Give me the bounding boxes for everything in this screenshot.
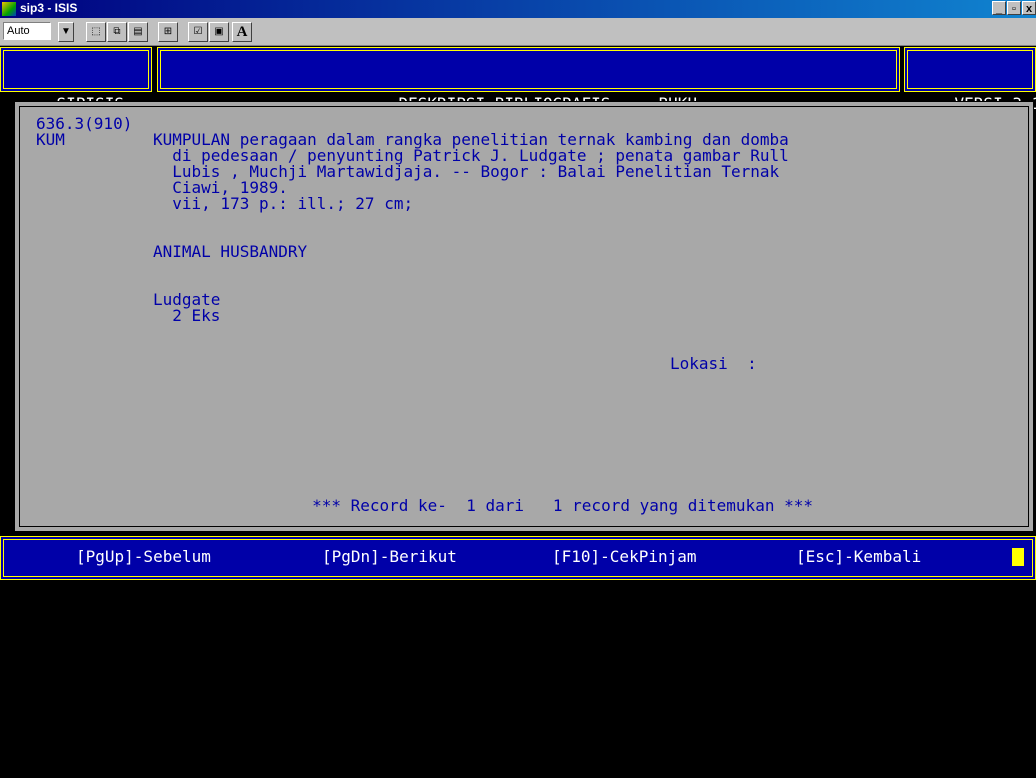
window-controls: _ ▫ x (991, 1, 1036, 17)
dropdown-icon[interactable]: ▼ (58, 22, 74, 42)
location-label: Lokasi : (670, 354, 757, 373)
toolbar: Auto ▼ ⬚ ⧉ ▤ ⊞ ☑ ▣ A (0, 18, 1036, 46)
copy-icon[interactable]: ⧉ (107, 22, 127, 42)
pgdn-command[interactable]: [PgDn]-Berikut (322, 540, 457, 574)
f10-command[interactable]: [F10]-CekPinjam (552, 540, 697, 574)
description-line: vii, 173 p.: ill.; 27 cm; (153, 194, 414, 213)
author-code: KUM (36, 130, 65, 149)
font-button[interactable]: A (232, 22, 252, 42)
record-frame: 636.3(910) KUM KUMPULAN peragaan dalam r… (19, 106, 1029, 527)
properties-icon[interactable]: ☑ (188, 22, 208, 42)
font-size-select[interactable]: Auto (3, 22, 51, 40)
subject-heading: ANIMAL HUSBANDRY (153, 242, 308, 261)
dos-screen: SIPISIS DESKRIPSI BIBLIOGRAFIS - BUKU VE… (0, 47, 1036, 594)
window-title: sip3 - ISIS (20, 1, 78, 15)
close-button[interactable]: x (1022, 1, 1036, 15)
mark-icon[interactable]: ⬚ (86, 22, 106, 42)
text-cursor (1012, 548, 1024, 566)
header-title-box: DESKRIPSI BIBLIOGRAFIS - BUKU (157, 47, 900, 113)
app-icon[interactable] (2, 2, 16, 16)
record-status: *** Record ke- 1 dari 1 record yang dite… (20, 482, 1028, 530)
fullscreen-icon[interactable]: ⊞ (158, 22, 178, 42)
header-app-box: SIPISIS (0, 47, 152, 113)
copies-count: 2 Eks (153, 306, 221, 325)
record-status-text: *** Record ke- 1 dari 1 record yang dite… (311, 496, 814, 515)
esc-command[interactable]: [Esc]-Kembali (796, 540, 921, 574)
header-version-box: VERSI 3.1 (904, 47, 1036, 113)
background-icon[interactable]: ▣ (209, 22, 229, 42)
minimize-button[interactable]: _ (992, 1, 1006, 15)
command-bar: [PgUp]-Sebelum [PgDn]-Berikut [F10]-CekP… (0, 536, 1036, 580)
paste-icon[interactable]: ▤ (128, 22, 148, 42)
title-bar: sip3 - ISIS _ ▫ x (0, 0, 1036, 18)
pgup-command[interactable]: [PgUp]-Sebelum (76, 540, 211, 574)
maximize-button[interactable]: ▫ (1007, 1, 1021, 15)
record-panel: 636.3(910) KUM KUMPULAN peragaan dalam r… (14, 101, 1034, 532)
